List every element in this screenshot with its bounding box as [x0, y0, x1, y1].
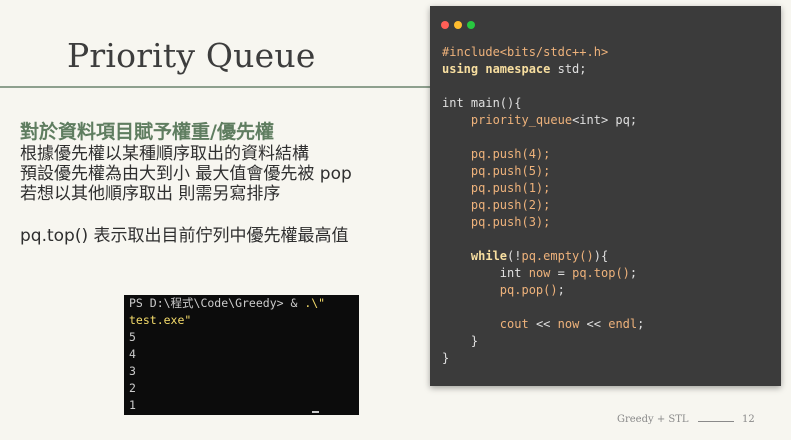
- code-token: while: [470, 249, 508, 263]
- code-token: }: [470, 334, 479, 348]
- code-line-push: pq.push(3);: [442, 215, 550, 229]
- code-line-push: pq.push(4);: [442, 147, 550, 161]
- code-token: ;: [637, 317, 645, 331]
- window-control-dots: [441, 21, 475, 29]
- code-line-push: pq.push(2);: [442, 198, 550, 212]
- code-line-push: pq.push(1);: [442, 181, 550, 195]
- code-token: <<: [586, 317, 601, 331]
- code-token: now: [528, 266, 551, 280]
- terminal-output-screenshot: PS D:\程式\Code\Greedy> & .\" test.exe" 5 …: [124, 295, 359, 415]
- body-gap: [20, 204, 352, 226]
- title-divider: [0, 86, 432, 88]
- code-token: ;: [629, 266, 638, 280]
- code-token: cout: [499, 317, 529, 331]
- body-line-3: 若想以其他順序取出 則需另寫排序: [20, 184, 281, 204]
- code-token: }: [442, 351, 450, 365]
- body-line-1: 根據優先權以某種順序取出的資料結構: [20, 144, 309, 164]
- code-token: pq.push(4);: [470, 147, 551, 161]
- code-token: pq.top(): [572, 266, 630, 280]
- code-token: int main(){: [442, 96, 522, 110]
- minimize-dot-icon: [454, 21, 462, 29]
- code-token: pq.push(5);: [470, 164, 551, 178]
- code-token: =: [557, 266, 565, 280]
- terminal-output-line-3: 3: [129, 364, 136, 378]
- terminal-output-line-5: 1: [129, 398, 136, 412]
- code-token: ){: [593, 249, 609, 263]
- body-note: pq.top() 表示取出目前佇列中優先權最高值: [20, 226, 349, 246]
- code-line-while: while(!pq.empty()){: [442, 249, 608, 263]
- code-token: <<: [535, 317, 551, 331]
- code-token: pq.empty(): [521, 249, 594, 263]
- code-token: std;: [550, 62, 587, 76]
- code-token: using namespace: [442, 62, 551, 76]
- code-line-now: int now = pq.top();: [442, 266, 637, 280]
- code-token: ;: [557, 283, 565, 297]
- terminal-command-part-2: test.exe": [129, 313, 192, 327]
- code-token: pq.pop(): [499, 283, 558, 297]
- terminal-command-line: PS D:\程式\Code\Greedy> & .\": [129, 295, 354, 312]
- code-token: pq.push(3);: [470, 215, 551, 229]
- code-token: now: [557, 317, 580, 331]
- close-dot-icon: [441, 21, 449, 29]
- code-token: <int> pq;: [572, 113, 638, 127]
- code-line-close-outer: }: [442, 351, 449, 365]
- page-number: 12: [742, 414, 755, 425]
- code-token: pq.push(1);: [470, 181, 551, 195]
- code-line-close-inner: }: [442, 334, 478, 348]
- body-heading: 對於資料項目賦予權重/優先權: [20, 121, 274, 143]
- slide-title: Priority Queue: [67, 36, 316, 75]
- code-line-pq-decl: priority_queue<int> pq;: [442, 113, 637, 127]
- terminal-output-line-1: 5: [129, 330, 136, 344]
- terminal-prompt: PS D:\程式\Code\Greedy> &: [129, 296, 305, 310]
- code-line-include: #include<bits/stdc++.h>: [442, 45, 608, 59]
- footer-divider: [698, 421, 734, 422]
- code-token: int: [499, 266, 522, 280]
- terminal-output-line-4: 2: [129, 381, 136, 395]
- code-line-cout: cout << now << endl;: [442, 317, 645, 331]
- code-line-push: pq.push(5);: [442, 164, 550, 178]
- code-block: #include<bits/stdc++.h> using namespace …: [442, 44, 644, 367]
- code-line-main: int main(){: [442, 96, 521, 110]
- code-line-pop: pq.pop();: [442, 283, 565, 297]
- code-token: endl: [608, 317, 638, 331]
- code-token: pq.push(2);: [470, 198, 551, 212]
- body-text-block: 對於資料項目賦予權重/優先權 根據優先權以某種順序取出的資料結構 預設優先權為由…: [20, 120, 352, 246]
- terminal-output-line-2: 4: [129, 347, 136, 361]
- footer-label: Greedy + STL: [617, 414, 689, 425]
- code-window: #include<bits/stdc++.h> using namespace …: [430, 6, 781, 386]
- code-token: priority_queue: [470, 113, 573, 127]
- terminal-cursor: [312, 411, 319, 413]
- maximize-dot-icon: [467, 21, 475, 29]
- code-token: #include<bits/stdc++.h>: [442, 45, 609, 59]
- terminal-command-part-1: .\": [304, 296, 326, 310]
- code-line-using: using namespace std;: [442, 62, 587, 76]
- code-token: (!: [507, 249, 522, 263]
- body-line-2: 預設優先權為由大到小 最大值會優先被 pop: [20, 164, 352, 184]
